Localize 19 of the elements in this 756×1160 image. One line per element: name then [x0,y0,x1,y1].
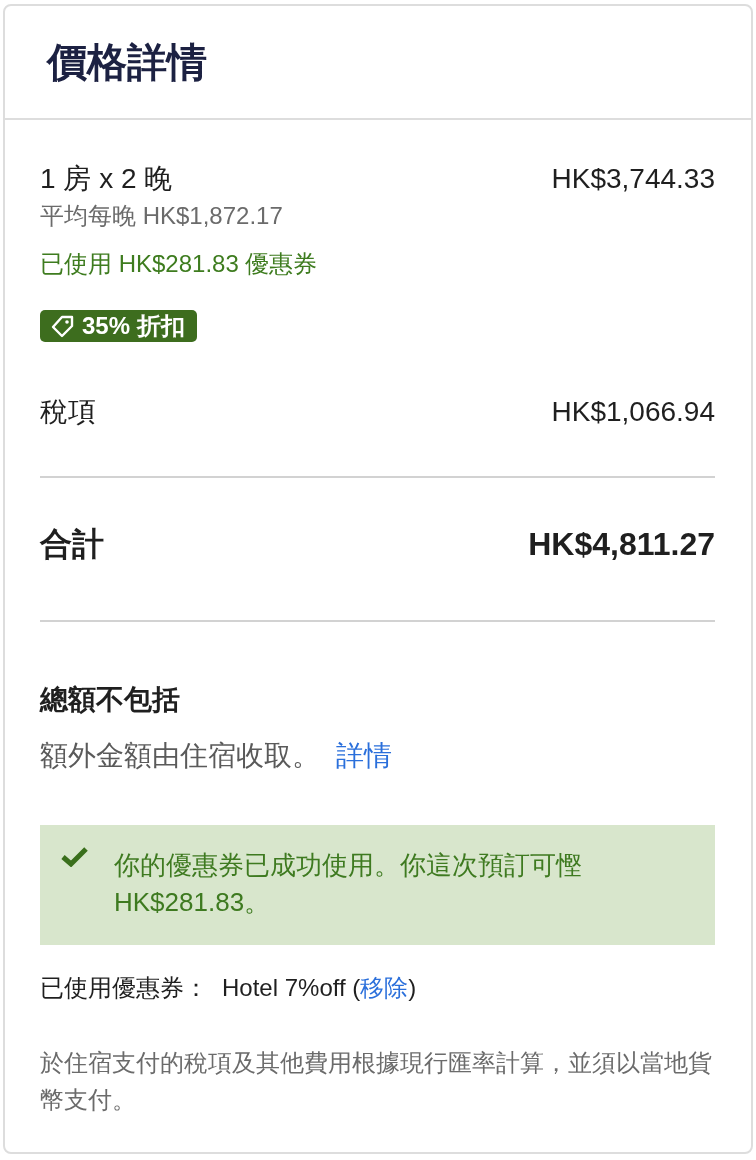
details-link[interactable]: 詳情 [335,740,392,771]
footnote-text: 於住宿支付的稅項及其他費用根據現行匯率計算，並須以當地貨幣支付。 [40,1048,713,1115]
average-nightly-price: 平均每晚 HK$1,872.17 [40,202,283,229]
not-included-heading: 總額不包括 [40,684,180,715]
taxes-amount: HK$1,066.94 [551,395,715,429]
room-price: HK$3,744.33 [551,162,715,196]
discount-label: 35% 折扣 [82,312,185,340]
tag-icon [50,314,76,338]
checkmark-icon [61,847,88,867]
total-label: 合計 [40,525,104,564]
remove-coupon-link[interactable]: 移除 [360,974,409,1001]
coupon-applied-note: 已使用 HK$281.83 優惠券 [40,250,318,277]
room-nights-label: 1 房 x 2 晚 [40,162,173,196]
extra-charges-text: 額外金額由住宿收取。 詳情 [40,739,393,773]
taxes-label: 稅項 [40,395,96,429]
success-message: 你的優惠券已成功使用。你這次預訂可慳 HK$281.83。 [114,849,583,919]
card-title: 價格詳情 [47,39,207,86]
applied-coupon-text: 已使用優惠券： Hotel 7%off (移除) [40,973,418,1003]
total-amount: HK$4,811.27 [528,525,715,564]
